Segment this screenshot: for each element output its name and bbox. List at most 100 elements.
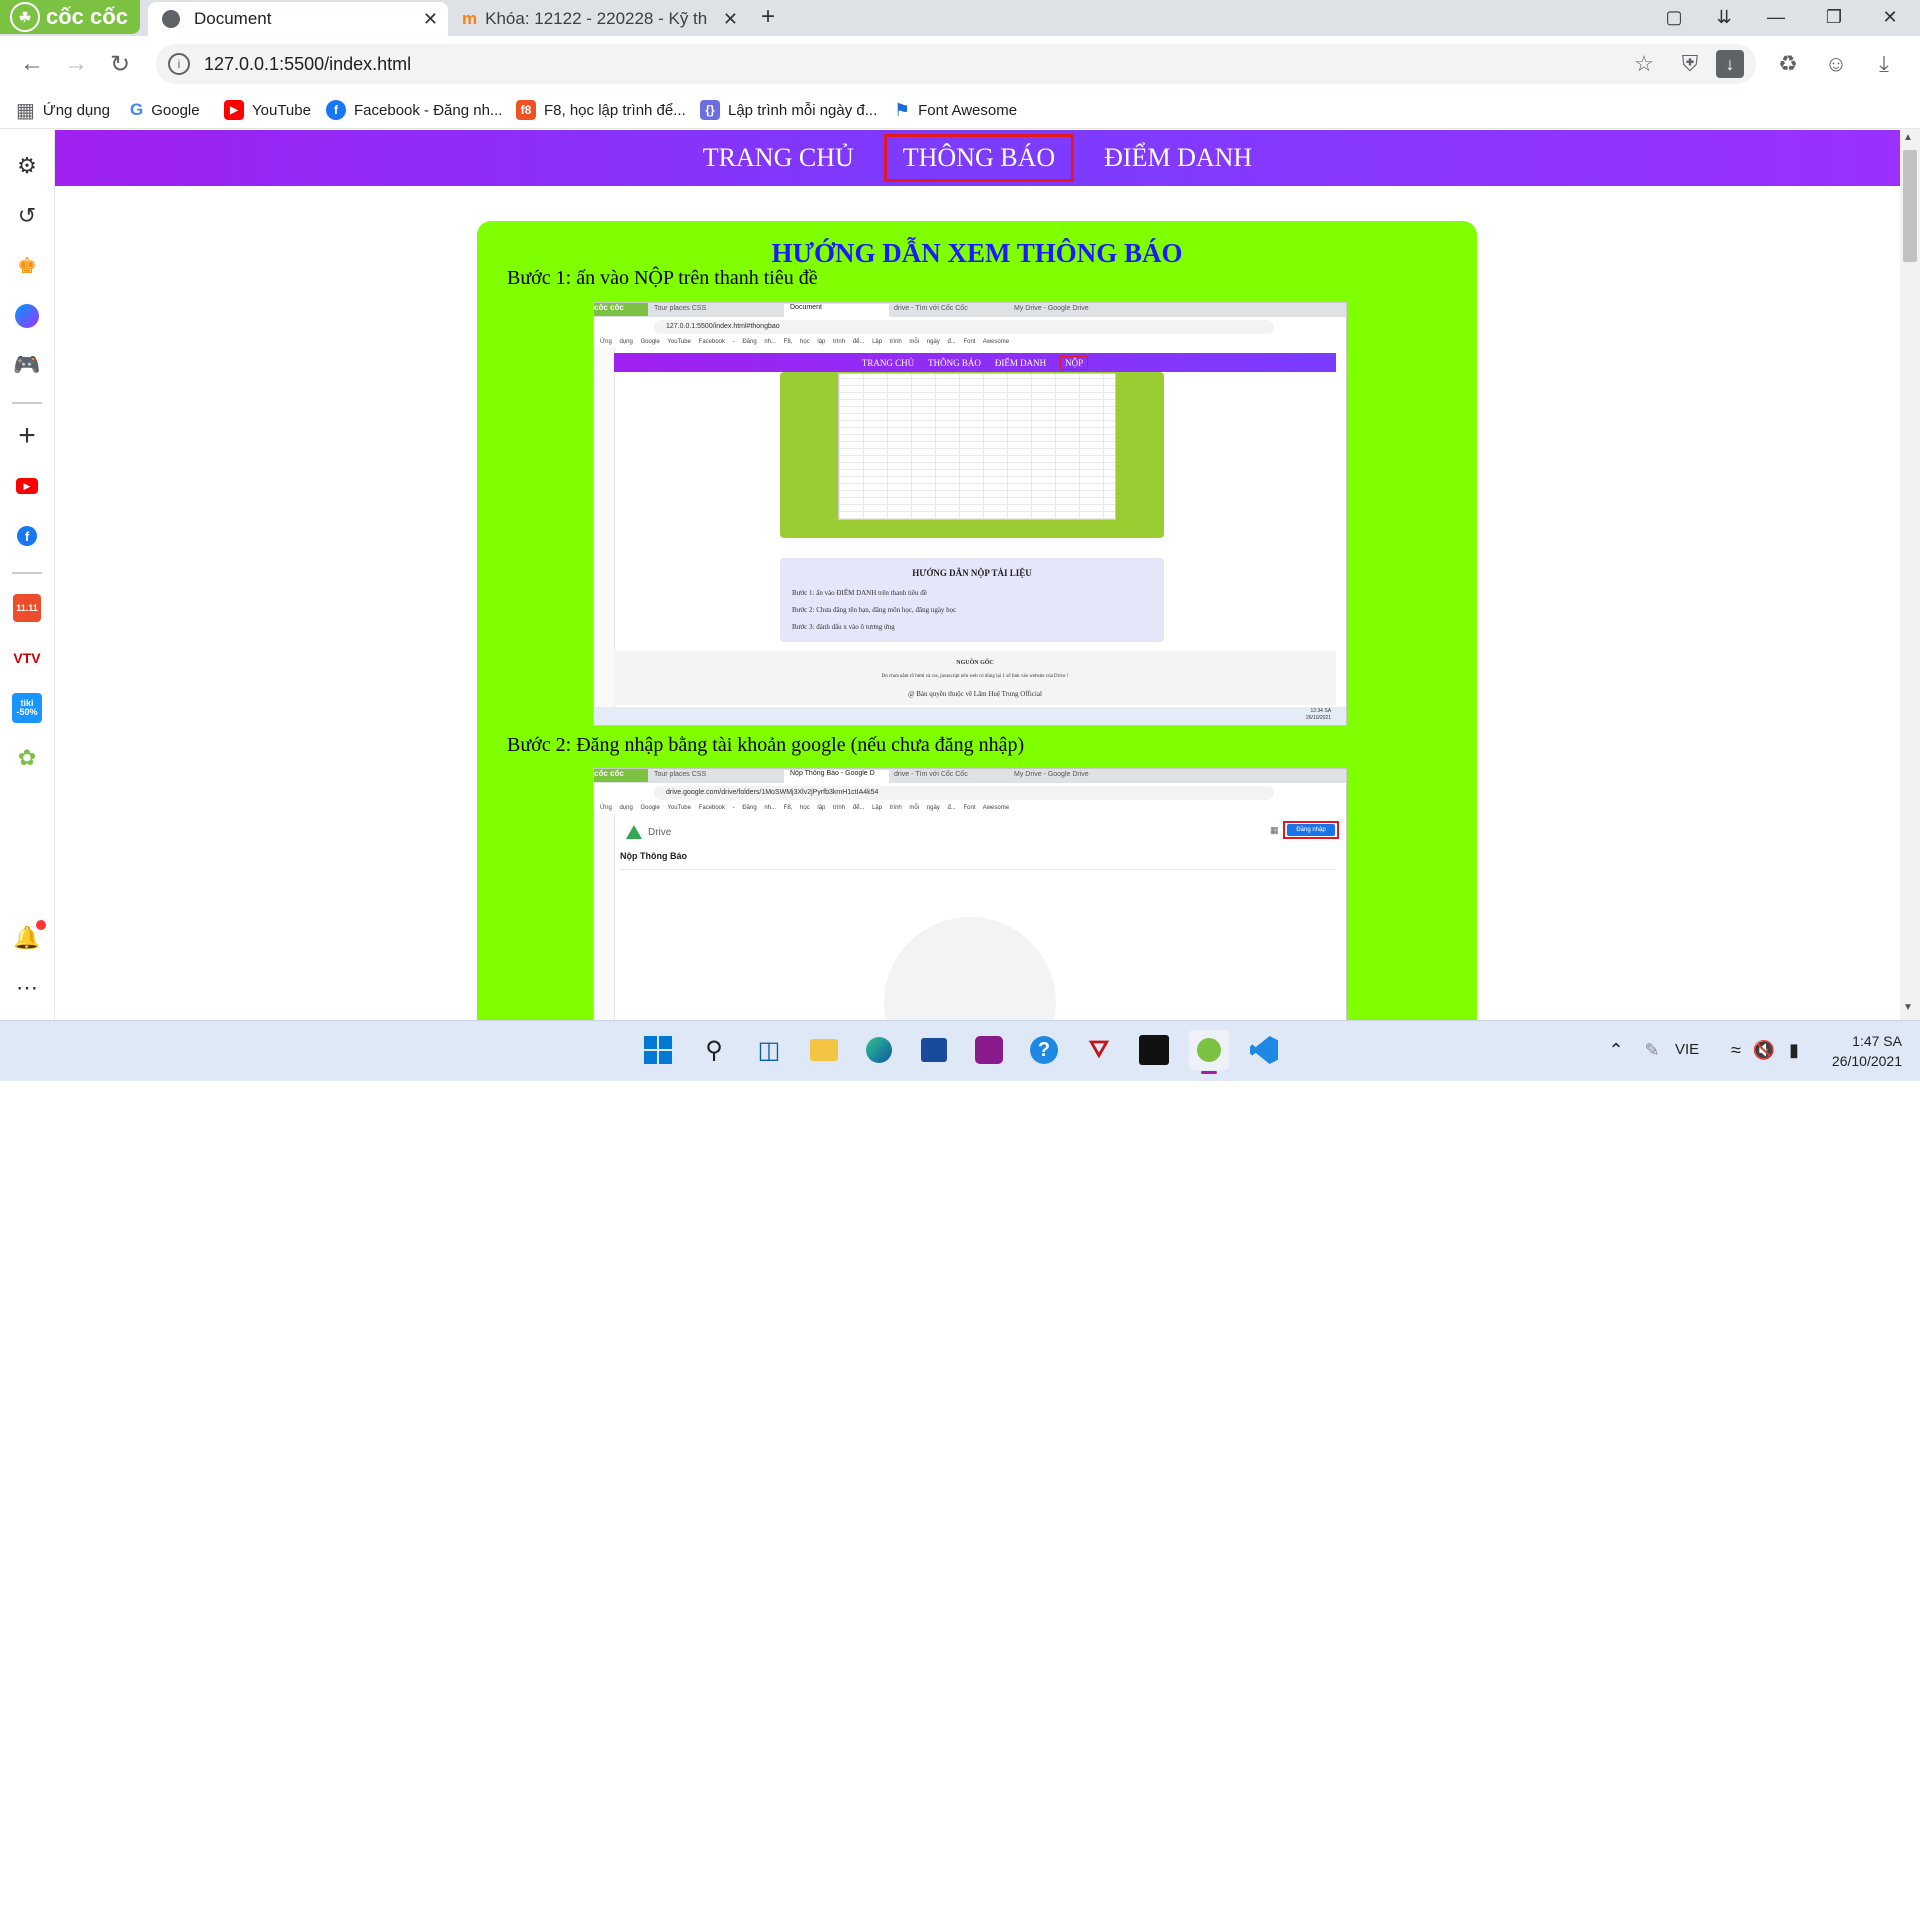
bookmark-label: Google [151, 101, 200, 119]
garena-icon[interactable] [1134, 1030, 1174, 1070]
file-explorer-icon[interactable] [804, 1030, 844, 1070]
reload-button[interactable]: ↻ [102, 46, 138, 82]
app-purple-icon[interactable] [969, 1030, 1009, 1070]
bookmark-label: F8, học lập trình để... [544, 101, 686, 119]
mini-box-line: Bước 3: đánh dấu x vào ô tương ứng [792, 623, 895, 631]
extensions-icon[interactable]: ♻ [1770, 46, 1806, 82]
step-2-text: Bước 2: Đăng nhập bằng tài khoản google … [507, 734, 1025, 756]
edge-icon[interactable] [859, 1030, 899, 1070]
mini-site-nav: TRANG CHỦ THÔNG BÁO ĐIỂM DANH NỘP [614, 353, 1336, 372]
back-button[interactable]: ← [14, 46, 50, 82]
microsoft-store-icon[interactable] [914, 1030, 954, 1070]
bookmark-fontawesome[interactable]: ⚑ Font Awesome [894, 96, 1017, 124]
savior-download-icon[interactable]: ↓ [1716, 50, 1744, 78]
add-icon[interactable]: + [11, 419, 43, 452]
facebook-sidebar-icon[interactable]: f [11, 520, 43, 552]
gamepad-icon[interactable]: 🎮 [11, 349, 43, 381]
mini-box-line: Bước 1: ấn vào ĐIỂM DANH trên thanh tiêu… [792, 589, 927, 597]
search-icon[interactable]: ⚲ [694, 1030, 734, 1070]
restore-button[interactable]: ❐ [1806, 0, 1862, 34]
mini-address: drive.google.com/drive/folders/1MoSWMj3X… [654, 786, 1274, 800]
close-tab-icon[interactable]: ✕ [423, 9, 438, 30]
bookmark-facebook[interactable]: f Facebook - Đăng nh... [326, 96, 502, 124]
tab-search-icon[interactable]: ▢ [1646, 0, 1702, 34]
back-history-icon[interactable]: ⇊ [1696, 0, 1752, 34]
bookmark-apps[interactable]: ▦ Ứng dụng [16, 96, 110, 124]
minimize-button[interactable]: — [1748, 0, 1804, 34]
taskbar-clock[interactable]: 1:47 SA 26/10/2021 [1818, 1031, 1902, 1071]
apps-grid-icon: ▦ [16, 99, 35, 122]
mini-tab: drive - Tìm với Cốc Cốc [894, 771, 968, 778]
coccoc-logo-text: cốc cốc [46, 4, 128, 29]
chevron-up-icon[interactable]: ⌃ [1596, 1030, 1636, 1070]
browser-tab-khoa[interactable]: m Khóa: 12122 - 220228 - Kỹ th ✕ [452, 2, 748, 36]
google-icon: G [130, 100, 144, 119]
settings-gear-icon[interactable]: ⚙ [11, 150, 43, 182]
coccoc-taskbar-icon[interactable] [1189, 1030, 1229, 1070]
bookmark-f8[interactable]: f8 F8, học lập trình để... [516, 96, 686, 124]
profile-icon[interactable]: ☺ [1818, 46, 1854, 82]
youtube-sidebar-icon[interactable]: ▶ [11, 470, 43, 502]
more-icon[interactable]: ⋯ [11, 972, 43, 1004]
nav-thong-bao[interactable]: THÔNG BÁO [883, 134, 1075, 182]
language-indicator[interactable]: VIE [1675, 1041, 1699, 1058]
screenshot-step-2: cốc cốc Tour places CSS Nộp Thông Báo - … [593, 768, 1347, 1022]
forward-button[interactable]: → [58, 46, 94, 82]
f8-icon: f8 [516, 100, 536, 120]
mini-footer-title: NGUỒN GỐC [956, 660, 994, 666]
bookmark-label: Lập trình mỗi ngày đ... [728, 101, 878, 119]
messenger-icon[interactable] [11, 300, 43, 332]
mcafee-icon[interactable]: ⛛ [1079, 1030, 1119, 1070]
coccoc-extension-icon[interactable]: ✿ [11, 742, 43, 774]
bookmark-google[interactable]: G Google [130, 96, 200, 124]
page-scrollbar[interactable] [1900, 129, 1920, 1020]
pen-menu-icon[interactable]: ✎ [1632, 1030, 1672, 1070]
history-icon[interactable]: ↺ [11, 200, 43, 232]
mini-tab: drive - Tìm với Cốc Cốc [894, 305, 968, 312]
browser-tab-title: Khóa: 12122 - 220228 - Kỹ th [485, 9, 708, 28]
mini-clock: 12:34 SA 26/10/2021 [1306, 708, 1332, 721]
nav-diem-danh[interactable]: ĐIỂM DANH [1090, 139, 1266, 177]
address-text: 127.0.0.1:5500/index.html [204, 53, 412, 74]
downloads-icon[interactable]: ⤓ [1866, 46, 1902, 82]
mini-logo: cốc cốc [594, 769, 648, 782]
coccoc-menu-button[interactable]: ☘ cốc cốc [0, 0, 140, 34]
address-bar[interactable]: i 127.0.0.1:5500/index.html [156, 44, 1756, 84]
windows-start-icon[interactable] [638, 1030, 678, 1070]
mini-signin-button: Đăng nhập [1287, 824, 1335, 836]
crown-icon[interactable]: ♚ [11, 250, 43, 282]
info-icon[interactable]: i [168, 53, 190, 75]
new-tab-button[interactable]: + [748, 0, 788, 34]
mini-tab: My Drive - Google Drive [1014, 305, 1089, 312]
mini-apps-icon: ▦ [1270, 825, 1279, 835]
shopee-icon[interactable]: 11.11 [11, 592, 43, 624]
bookmark-youtube[interactable]: ▶ YouTube [224, 96, 311, 124]
bookmark-star-icon[interactable]: ☆ [1626, 46, 1662, 82]
close-tab-icon[interactable]: ✕ [723, 9, 738, 30]
vtv-go-icon[interactable]: VTV [11, 642, 43, 674]
bookmark-laptrinh[interactable]: {} Lập trình mỗi ngày đ... [700, 96, 877, 124]
site-navbar: TRANG CHỦ THÔNG BÁO ĐIỂM DANH [55, 130, 1900, 186]
help-icon[interactable]: ? [1024, 1030, 1064, 1070]
sidebar-divider [12, 572, 42, 574]
nav-trang-chu[interactable]: TRANG CHỦ [689, 139, 868, 177]
bookmark-label: Ứng dụng [42, 101, 110, 119]
browser-tab-document[interactable]: Document ✕ [148, 2, 448, 36]
mini-tabbar [594, 769, 1346, 783]
screenshot-step-1: cốc cốc Tour places CSS Document drive -… [593, 302, 1347, 726]
youtube-icon: ▶ [224, 100, 244, 120]
task-view-icon[interactable]: ◫ [749, 1030, 789, 1070]
bookmark-label: YouTube [252, 101, 311, 119]
scrollbar-thumb[interactable] [1903, 150, 1917, 262]
close-window-button[interactable]: ✕ [1862, 0, 1918, 34]
mini-tabbar [594, 303, 1346, 317]
tiki-icon[interactable]: tiki -50% [11, 692, 43, 724]
shield-icon[interactable]: ⛨ [1672, 46, 1708, 82]
battery-icon[interactable]: ▮ [1774, 1030, 1814, 1070]
scroll-down-arrow-icon[interactable]: ▼ [1903, 1002, 1913, 1013]
scroll-up-arrow-icon[interactable]: ▲ [1903, 132, 1913, 143]
bookmark-label: Font Awesome [918, 101, 1018, 119]
drive-triangle-icon [626, 825, 642, 839]
mini-tab: Tour places CSS [654, 771, 707, 778]
vscode-icon[interactable] [1244, 1030, 1284, 1070]
